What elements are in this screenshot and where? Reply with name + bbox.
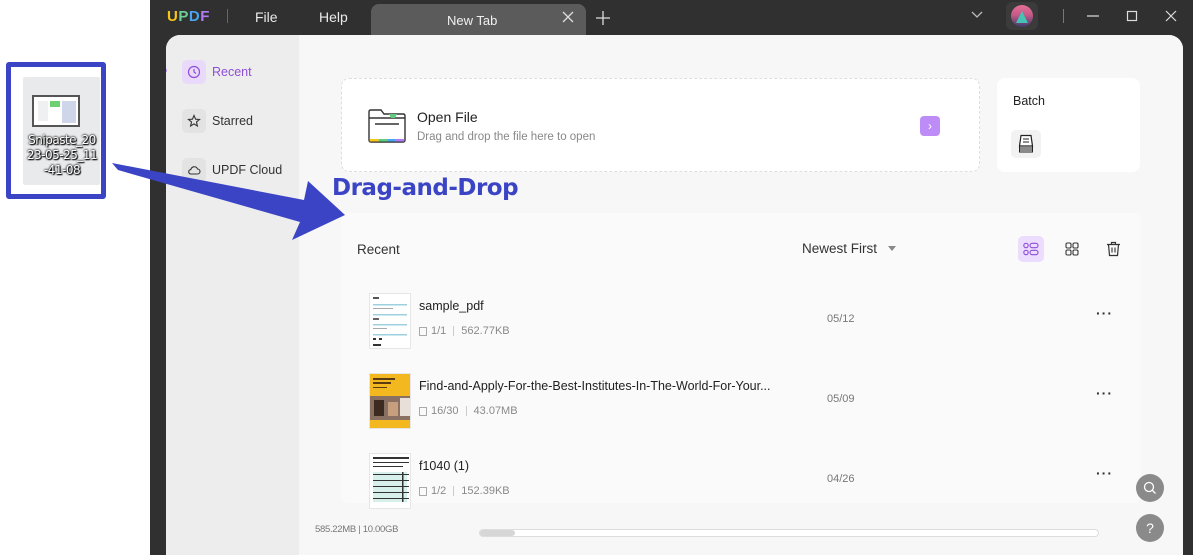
desktop-file-name: Snipaste_2023-05-25_11-41-08: [26, 133, 98, 177]
sidebar: Recent Starred UPDF Cloud: [166, 35, 299, 555]
batch-title: Batch: [1013, 94, 1045, 108]
open-file-subtitle: Drag and drop the file here to open: [417, 131, 596, 143]
file-size: 562.77KB: [461, 325, 510, 337]
updf-window: UPDF File Help New Tab Recent Starred UP…: [150, 0, 1193, 555]
search-button[interactable]: [1136, 474, 1164, 502]
open-file-title: Open File: [417, 109, 478, 125]
sidebar-item-label: UPDF Cloud: [212, 163, 283, 177]
sidebar-item-starred[interactable]: Starred: [182, 108, 253, 134]
divider: [227, 9, 228, 23]
logo-letter: F: [200, 8, 210, 25]
batch-stack-icon: [1018, 134, 1034, 153]
more-options-icon[interactable]: ···: [1096, 305, 1113, 321]
file-meta: 16/30 43.07MB: [419, 405, 518, 417]
minimize-icon[interactable]: [1080, 5, 1106, 27]
file-pages: 16/30: [431, 405, 459, 417]
desktop-file-highlight[interactable]: Snipaste_2023-05-25_11-41-08: [6, 62, 106, 199]
pdf-thumbnail: [369, 293, 411, 349]
logo-letter: U: [167, 8, 179, 25]
image-file-thumbnail: [32, 95, 80, 127]
file-pages: 1/1: [431, 325, 447, 337]
file-date: 05/09: [827, 393, 855, 405]
sidebar-item-label: Starred: [212, 114, 253, 128]
file-size: 152.39KB: [461, 485, 510, 497]
file-row[interactable]: Find-and-Apply-For-the-Best-Institutes-I…: [341, 365, 1141, 445]
tab-close-icon[interactable]: [562, 10, 574, 28]
file-meta: 1/1 562.77KB: [419, 325, 510, 337]
open-file-arrow-button[interactable]: ›: [920, 116, 940, 136]
pages-icon: [419, 326, 427, 336]
help-button[interactable]: ?: [1136, 514, 1164, 542]
divider: [1063, 9, 1064, 23]
user-avatar[interactable]: [1006, 2, 1038, 30]
menu-file[interactable]: File: [255, 9, 278, 25]
more-options-icon[interactable]: ···: [1096, 465, 1113, 481]
file-row[interactable]: f1040 (1) 1/2 152.39KB 04/26 ···: [341, 445, 1141, 525]
storage-usage-text: 585.22MB | 10.00GB: [315, 524, 399, 535]
storage-progress-bar: [479, 529, 1099, 537]
avatar-image: [1011, 5, 1033, 27]
file-pages: 1/2: [431, 485, 447, 497]
chevron-right-icon: ›: [928, 119, 932, 133]
drag-and-drop-label: Drag-and-Drop: [332, 175, 519, 201]
screen: Snipaste_2023-05-25_11-41-08 UPDF File H…: [0, 0, 1193, 555]
logo-letter: P: [178, 8, 189, 25]
pages-icon: [419, 486, 427, 496]
list-view-icon: [1023, 242, 1039, 256]
sidebar-item-updf-cloud[interactable]: UPDF Cloud: [182, 157, 282, 183]
content-area: Recent Starred UPDF Cloud Open File Drag…: [166, 35, 1183, 555]
divider: [453, 486, 455, 496]
file-name: sample_pdf: [419, 299, 484, 313]
file-name: Find-and-Apply-For-the-Best-Institutes-I…: [419, 379, 771, 393]
sort-dropdown[interactable]: Newest First: [802, 241, 877, 256]
file-size: 43.07MB: [473, 405, 518, 417]
pages-icon: [419, 406, 427, 416]
batch-button[interactable]: [1011, 130, 1041, 158]
updf-logo: UPDF: [167, 8, 210, 25]
list-view-button[interactable]: [1018, 236, 1044, 262]
file-meta: 1/2 152.39KB: [419, 485, 510, 497]
more-options-icon[interactable]: ···: [1096, 385, 1113, 401]
recent-files-panel: Recent Newest First sample_pdf 1/1 562.7…: [341, 213, 1141, 509]
new-tab-plus-icon[interactable]: [596, 5, 610, 31]
menu-help[interactable]: Help: [319, 9, 348, 25]
open-file-dropzone[interactable]: Open File Drag and drop the file here to…: [341, 78, 980, 172]
recent-heading: Recent: [357, 242, 400, 257]
maximize-icon[interactable]: [1119, 5, 1145, 27]
storage-progress-fill: [480, 530, 516, 536]
search-icon: [1143, 481, 1156, 494]
pdf-thumbnail: [369, 453, 411, 509]
main-panel: Open File Drag and drop the file here to…: [299, 35, 1183, 555]
clock-icon: [182, 60, 206, 84]
star-icon: [182, 109, 206, 133]
folder-icon: [367, 108, 407, 149]
grid-view-icon: [1065, 242, 1079, 256]
grid-view-button[interactable]: [1059, 236, 1085, 262]
chevron-down-icon[interactable]: [970, 8, 984, 27]
trash-button[interactable]: [1100, 236, 1126, 262]
tab-new-tab[interactable]: New Tab: [371, 4, 586, 36]
sidebar-item-label: Recent: [212, 65, 252, 79]
cloud-icon: [182, 158, 206, 182]
file-date: 04/26: [827, 473, 855, 485]
file-row[interactable]: sample_pdf 1/1 562.77KB 05/12 ···: [341, 285, 1141, 365]
caret-down-icon[interactable]: [888, 246, 896, 251]
sidebar-item-recent[interactable]: Recent: [182, 59, 252, 85]
trash-icon: [1106, 241, 1120, 257]
divider: [453, 326, 455, 336]
file-name: f1040 (1): [419, 459, 470, 473]
help-icon: ?: [1146, 520, 1154, 536]
file-date: 05/12: [827, 313, 855, 325]
logo-letter: D: [188, 8, 201, 25]
divider: [465, 406, 467, 416]
title-bar: UPDF File Help New Tab: [150, 0, 1193, 36]
batch-card: Batch: [997, 78, 1140, 172]
pdf-thumbnail: [369, 373, 411, 429]
tab-label: New Tab: [447, 13, 498, 28]
window-close-icon[interactable]: [1158, 5, 1184, 27]
